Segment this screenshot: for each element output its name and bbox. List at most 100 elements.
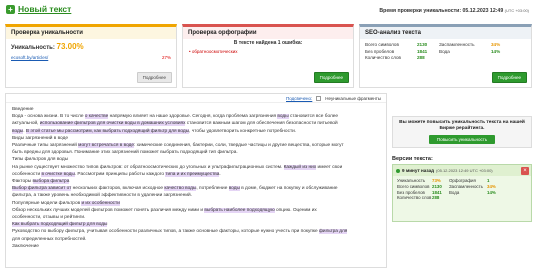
text-line: Типы фильтров для воды (12, 156, 380, 163)
highlight-toggle-link[interactable]: Подсвечено: (286, 96, 312, 101)
text-fragment: особенности, отзывы и рейтинги. (12, 215, 86, 221)
orthography-title: Проверка орфографии (183, 27, 353, 39)
seo-value: 14% (491, 48, 501, 54)
new-text-header: + Новый текст (6, 4, 71, 14)
version-item[interactable]: 9 минут назад (05.12.2023 12:49 UTC +03:… (392, 164, 532, 222)
text-fragment: Руководство по выбору фильтра, учитывая … (12, 229, 320, 235)
version-value: 34% (487, 183, 496, 189)
text-line: Заключение (12, 243, 380, 250)
non-unique-fragment: выбрать наиболее подходящую (204, 207, 275, 213)
version-value: 288 (432, 195, 440, 201)
version-value: 2130 (432, 183, 442, 189)
text-line: особенности в очистке воды. Рассмотрим п… (12, 171, 380, 178)
seo-card: SEO-анализ текста Всего символов 2130 За… (359, 24, 532, 88)
close-icon[interactable]: × (521, 166, 529, 175)
uniqueness-value: 73.00% (56, 42, 84, 51)
text-line: Введение (12, 106, 380, 113)
version-label: Количество слов (397, 195, 432, 201)
version-bullet-icon (396, 168, 400, 173)
plus-icon[interactable]: + (6, 4, 15, 14)
text-line: Руководство по выбору фильтра, учитывая … (12, 228, 380, 235)
seo-label: Всего символов (365, 42, 399, 47)
uniqueness-row: Уникальность: 73.00% (6, 39, 176, 51)
seo-title: SEO-анализ текста (360, 27, 531, 39)
seo-stats: Всего символов 2130 Заспамленность 34% Б… (360, 39, 531, 63)
version-label: Всего символов (397, 183, 430, 189)
uniqueness-source-link[interactable]: ecosoft.by/articles/ (11, 55, 48, 60)
text-fragment: . Рассмотрим принципы работы каждого (74, 171, 166, 177)
version-value (487, 195, 503, 200)
version-value: 1841 (432, 189, 442, 195)
non-unique-fragment: воды (228, 186, 240, 192)
non-unique-fragment: воды (12, 128, 24, 134)
text-line: Выбор фильтра зависит от нескольких факт… (12, 185, 380, 192)
text-fragment: для определенных потребностей. (12, 236, 87, 242)
increase-uniqueness-button[interactable]: Повысить уникальность (428, 135, 496, 144)
text-line: особенности, отзывы и рейтинги. (12, 214, 380, 221)
text-fragment: становится все более (288, 114, 339, 120)
new-text-link[interactable]: Новый текст (18, 4, 71, 14)
text-fragment: становится важным шагом для обеспечения … (185, 121, 338, 127)
text-line: актуальной, использование фильтров для о… (12, 120, 380, 127)
version-value: 73% (432, 178, 441, 183)
text-fragment: Типы фильтров для воды (12, 157, 69, 163)
seo-label: Заспамленность (439, 42, 475, 47)
text-fragment: в доме, бюджет на покупку и обслуживание (239, 186, 338, 192)
orthography-more-button[interactable]: Подробнее (313, 72, 349, 83)
text-fragment: имеет свои (316, 164, 343, 170)
non-unique-fragment: Выбор фильтра зависит от (12, 186, 72, 192)
non-unique-fragment: качество воды (164, 186, 197, 192)
version-time: 9 минут назад (402, 168, 435, 173)
uniqueness-source-row: ecosoft.by/articles/ 27% (6, 51, 176, 60)
seo-label: Количество слов (365, 55, 401, 61)
version-label: Орфография (449, 178, 476, 183)
version-date: (05.12.2023 12:49 UTC +03:00) (436, 168, 493, 173)
checked-text[interactable]: Введение Вода - основа жизни. В то числе … (6, 103, 386, 253)
seo-value: 288 (417, 55, 425, 61)
text-panel: Подсвечено: Неуникальные фрагменты Введе… (5, 93, 387, 268)
version-label (449, 195, 487, 200)
text-fragment: нескольких факторов, включая исходное (71, 186, 165, 192)
uniqueness-more-button[interactable]: Подробнее (136, 72, 172, 83)
uniqueness-title: Проверка уникальности (6, 27, 176, 39)
promo-text: Вы можете повысить уникальность текста н… (399, 120, 525, 131)
uniqueness-source-percent: 27% (161, 55, 171, 60)
text-fragment: , потребление (196, 186, 229, 192)
text-fragment: опцию. Оценим их (274, 207, 317, 213)
non-unique-fragment: могут встречаться в воде (78, 143, 135, 149)
text-line: Как выбрать подходящий фильтр для воды (12, 221, 380, 228)
text-line: Различные типы загрязнений могут встреча… (12, 142, 380, 149)
orthography-error-word[interactable]: • обратноосмотических (183, 46, 353, 57)
text-line: для определенных потребностей. (12, 236, 380, 243)
rewrite-promo: Вы можете повысить уникальность текста н… (392, 116, 532, 148)
text-fragment: Обзор нескольких лучших моделей фильтров… (12, 207, 205, 213)
highlight-label: Неуникальные фрагменты (325, 95, 381, 101)
text-fragment: : химические соединения, бактерии, соли,… (134, 143, 344, 149)
text-line: На рынке существует множество типов филь… (12, 164, 380, 171)
text-fragment: Факторы (12, 179, 33, 185)
seo-label (439, 55, 491, 60)
non-unique-fragment: В этой статье мы рассмотрим, как выбрать… (25, 128, 190, 134)
text-fragment: Различные типы загрязнений (12, 143, 79, 149)
seo-more-button[interactable]: Подробнее (491, 72, 527, 83)
check-time-value: 05.12.2023 12:49 (462, 8, 504, 14)
non-unique-fragment: Как выбрать подходящий фильтр для воды (12, 222, 108, 228)
non-unique-fragment: фильтра для (319, 229, 348, 235)
non-unique-fragment: в очистке воды (41, 171, 75, 177)
non-unique-fragment: типа и их преимущества (165, 171, 220, 177)
text-fragment: Заключение (12, 243, 39, 249)
text-fragment: фильтра, а также уровень необходимой эфф… (12, 193, 192, 199)
version-value: 1 (487, 178, 490, 183)
seo-label: Без пробелов (365, 48, 395, 54)
seo-value: 1841 (417, 48, 428, 54)
version-value: 14% (487, 189, 496, 195)
text-line: Факторы выбора фильтра (12, 178, 380, 185)
text-fragment: , чтобы удовлетворить конкретные потребн… (189, 128, 297, 134)
uniqueness-label: Уникальность: (11, 45, 55, 51)
text-fragment: Популярные модели фильтров (12, 200, 82, 206)
non-unique-fragment: о качестве (84, 114, 109, 120)
text-fragment: Вода - основа жизни. В то числе (12, 114, 85, 120)
text-fragment: быть вредны для здоровья. Понимание этих… (12, 150, 238, 156)
highlight-checkbox[interactable] (316, 95, 322, 101)
check-time: Время проверки уникальности: 05.12.2023 … (379, 8, 529, 14)
